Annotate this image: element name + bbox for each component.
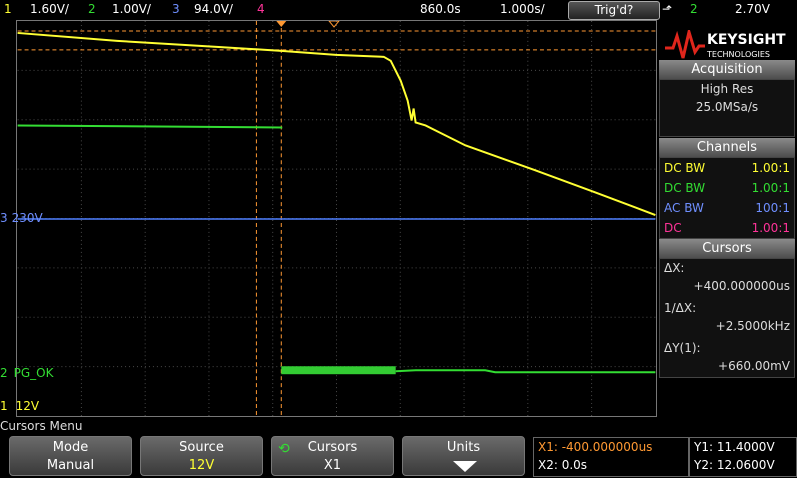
submenu-down-arrow-icon: [453, 461, 477, 472]
x-cursor-readout: X1: -400.000000us X2: 0.0s: [533, 437, 689, 477]
y1-readout: Y1: 11.4000V: [694, 440, 775, 454]
trigger-source[interactable]: 2: [690, 2, 698, 16]
waveform-display[interactable]: [16, 20, 657, 417]
timebase-delay[interactable]: 860.0s: [420, 2, 461, 16]
ch1-scale[interactable]: 1.60V/: [30, 2, 69, 16]
y-cursor-readout: Y1: 11.4000V Y2: 12.0600V: [689, 437, 797, 477]
info-panel: KEYSIGHT TECHNOLOGIES Acquisition High R…: [657, 20, 797, 418]
sample-rate: 25.0MSa/s: [695, 100, 759, 114]
ch2-trace-tail: [395, 369, 656, 374]
y2-readout: Y2: 12.0600V: [694, 458, 775, 472]
keysight-wave-icon: [665, 30, 705, 59]
brand-name: KEYSIGHT: [707, 32, 786, 48]
acquisition-box: High Res 25.0MSa/s: [659, 79, 795, 137]
ch2-scale[interactable]: 1.00V/: [112, 2, 151, 16]
channel-row-1: DC BW 1.00:1: [664, 161, 790, 175]
acquisition-mode: High Res: [700, 82, 754, 96]
inverse-delta-x-label: 1/ΔX:: [664, 301, 697, 315]
cursors-softkey[interactable]: ⟲ Cursors X1: [271, 436, 394, 476]
delta-y-value: +660.00mV: [718, 359, 790, 373]
ch2-ground-marker[interactable]: 2 PG_OK: [0, 366, 54, 380]
source-softkey[interactable]: Source 12V: [140, 436, 263, 476]
ch2-trace: [17, 124, 283, 129]
inverse-delta-x-value: +2.5000kHz: [715, 319, 790, 333]
brand-subtitle: TECHNOLOGIES: [707, 50, 770, 59]
trigger-edge-icon: ⬏: [662, 2, 673, 16]
ch2-number[interactable]: 2: [88, 2, 96, 16]
time-reference-marker: [328, 21, 340, 28]
delta-x-value: +400.000000us: [693, 279, 790, 293]
units-softkey[interactable]: Units: [402, 436, 525, 476]
trigger-level[interactable]: 2.70V: [735, 2, 770, 16]
delta-x-label: ΔX:: [664, 261, 685, 275]
ch1-ground-marker[interactable]: 1 12V: [0, 399, 39, 413]
channel-row-3: AC BW 100:1: [664, 201, 790, 215]
cursors-box: ΔX: +400.000000us 1/ΔX: +2.5000kHz ΔY(1)…: [659, 258, 795, 378]
ch1-number[interactable]: 1: [4, 2, 12, 16]
time-per-div[interactable]: 1.000s/: [500, 2, 545, 16]
x1-readout: X1: -400.000000us: [538, 440, 653, 454]
ch1-trace: [17, 31, 656, 216]
mode-softkey[interactable]: Mode Manual: [9, 436, 132, 476]
acquisition-header[interactable]: Acquisition: [659, 60, 795, 79]
ch3-number[interactable]: 3: [172, 2, 180, 16]
x2-readout: X2: 0.0s: [538, 458, 588, 472]
channel-row-2: DC BW 1.00:1: [664, 181, 790, 195]
trigger-status-button[interactable]: Trig'd?: [568, 1, 660, 20]
delta-y-label: ΔY(1):: [664, 341, 701, 355]
cursors-header[interactable]: Cursors: [659, 239, 795, 258]
channels-header[interactable]: Channels: [659, 138, 795, 157]
menu-title: Cursors Menu: [0, 419, 83, 433]
status-bar: 1 1.60V/ 2 1.00V/ 3 94.0V/ 4 860.0s 1.00…: [0, 0, 797, 20]
channel-row-4: DC 1.00:1: [664, 221, 790, 235]
ch3-scale[interactable]: 94.0V/: [194, 2, 233, 16]
ch3-ground-marker[interactable]: 3 230V: [0, 211, 43, 225]
ch4-number[interactable]: 4: [257, 2, 265, 16]
ch2-trace-noise: [281, 366, 396, 375]
channels-box: DC BW 1.00:1 DC BW 1.00:1 AC BW 100:1 DC 1.0…: [659, 157, 795, 239]
trigger-position-marker: [276, 21, 287, 27]
